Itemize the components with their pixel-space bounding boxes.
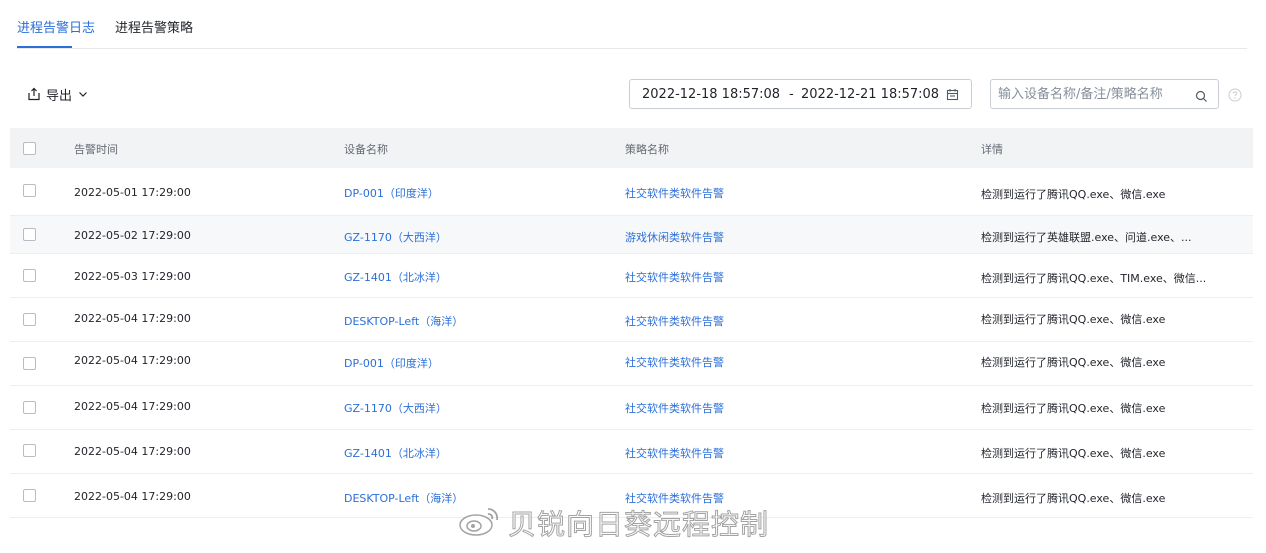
row-detail: 检测到运行了腾讯QQ.exe、微信.exe [981, 492, 1166, 505]
header-time: 告警时间 [74, 143, 118, 156]
date-separator: - [789, 87, 794, 102]
search-box [990, 79, 1219, 109]
device-link[interactable]: DESKTOP-Left（海洋） [344, 313, 463, 329]
device-link[interactable]: DESKTOP-Left（海洋） [344, 490, 463, 506]
row-detail: 检测到运行了腾讯QQ.exe、微信.exe [981, 447, 1166, 460]
table-row: 2022-05-03 17:29:00 GZ-1401（北冰洋） 社交软件类软件… [10, 254, 1253, 298]
date-start[interactable]: 2022-12-18 18:57:08 [642, 87, 780, 102]
tab-process-alert-log[interactable]: 进程告警日志 [17, 21, 95, 37]
row-time: 2022-05-04 17:29:00 [74, 400, 191, 413]
table-row: 2022-05-02 17:29:00 GZ-1170（大西洋） 游戏休闲类软件… [10, 216, 1253, 254]
row-time: 2022-05-01 17:29:00 [74, 186, 191, 199]
policy-link[interactable]: 社交软件类软件告警 [625, 269, 724, 285]
tab-bar: 进程告警日志 进程告警策略 [17, 0, 1247, 49]
policy-link[interactable]: 游戏休闲类软件告警 [625, 229, 724, 245]
row-time: 2022-05-04 17:29:00 [74, 354, 191, 367]
row-time: 2022-05-04 17:29:00 [74, 312, 191, 325]
policy-link[interactable]: 社交软件类软件告警 [625, 354, 724, 370]
row-checkbox[interactable] [23, 228, 36, 241]
row-detail: 检测到运行了英雄联盟.exe、问道.exe、... [981, 231, 1192, 244]
device-link[interactable]: GZ-1401（北冰洋） [344, 445, 447, 461]
row-checkbox[interactable] [23, 401, 36, 414]
row-time: 2022-05-03 17:29:00 [74, 270, 191, 283]
watermark: 贝锐向日葵远程控制 [458, 505, 770, 542]
alert-log-table: 告警时间 设备名称 策略名称 详情 2022-05-01 17:29:00 DP… [10, 128, 1253, 518]
row-time: 2022-05-04 17:29:00 [74, 490, 191, 503]
active-tab-indicator [17, 46, 72, 48]
export-label: 导出 [46, 88, 73, 104]
row-checkbox[interactable] [23, 313, 36, 326]
device-link[interactable]: DP-001（印度洋） [344, 355, 439, 371]
help-icon[interactable] [1228, 87, 1242, 106]
weibo-icon [458, 505, 500, 541]
row-checkbox[interactable] [23, 444, 36, 457]
row-checkbox[interactable] [23, 184, 36, 197]
export-button[interactable]: 导出 [27, 84, 89, 104]
table-row: 2022-05-04 17:29:00 DESKTOP-Left（海洋） 社交软… [10, 298, 1253, 342]
table-row: 2022-05-04 17:29:00 GZ-1401（北冰洋） 社交软件类软件… [10, 430, 1253, 474]
row-detail: 检测到运行了腾讯QQ.exe、微信.exe [981, 402, 1166, 415]
policy-link[interactable]: 社交软件类软件告警 [625, 445, 724, 461]
device-link[interactable]: DP-001（印度洋） [344, 185, 439, 201]
row-checkbox[interactable] [23, 357, 36, 370]
device-link[interactable]: GZ-1170（大西洋） [344, 400, 447, 416]
tab-process-alert-policy[interactable]: 进程告警策略 [115, 21, 193, 37]
row-detail: 检测到运行了腾讯QQ.exe、微信.exe [981, 313, 1166, 326]
row-checkbox[interactable] [23, 269, 36, 282]
watermark-text: 贝锐向日葵远程控制 [507, 508, 770, 542]
select-all-checkbox[interactable] [23, 142, 36, 155]
device-link[interactable]: GZ-1170（大西洋） [344, 229, 447, 245]
header-policy: 策略名称 [625, 143, 669, 156]
policy-link[interactable]: 社交软件类软件告警 [625, 185, 724, 201]
policy-link[interactable]: 社交软件类软件告警 [625, 313, 724, 329]
table-row: 2022-05-04 17:29:00 DP-001（印度洋） 社交软件类软件告… [10, 342, 1253, 386]
date-range-picker[interactable]: 2022-12-18 18:57:08 - 2022-12-21 18:57:0… [629, 79, 972, 109]
policy-link[interactable]: 社交软件类软件告警 [625, 400, 724, 416]
calendar-icon[interactable] [946, 88, 959, 105]
header-detail: 详情 [981, 143, 1003, 156]
header-device: 设备名称 [344, 143, 388, 156]
search-input[interactable] [998, 84, 1188, 104]
search-icon[interactable] [1195, 88, 1208, 107]
row-detail: 检测到运行了腾讯QQ.exe、微信.exe [981, 356, 1166, 369]
table-header: 告警时间 设备名称 策略名称 详情 [10, 128, 1253, 168]
row-detail: 检测到运行了腾讯QQ.exe、TIM.exe、微信... [981, 272, 1207, 285]
row-checkbox[interactable] [23, 489, 36, 502]
row-time: 2022-05-04 17:29:00 [74, 445, 191, 458]
device-link[interactable]: GZ-1401（北冰洋） [344, 269, 447, 285]
date-end[interactable]: 2022-12-21 18:57:08 [801, 87, 939, 102]
chevron-down-icon [77, 88, 89, 100]
table-row: 2022-05-04 17:29:00 GZ-1170（大西洋） 社交软件类软件… [10, 386, 1253, 430]
export-icon [27, 87, 41, 101]
table-row: 2022-05-01 17:29:00 DP-001（印度洋） 社交软件类软件告… [10, 168, 1253, 216]
row-detail: 检测到运行了腾讯QQ.exe、微信.exe [981, 188, 1166, 201]
row-time: 2022-05-02 17:29:00 [74, 229, 191, 242]
